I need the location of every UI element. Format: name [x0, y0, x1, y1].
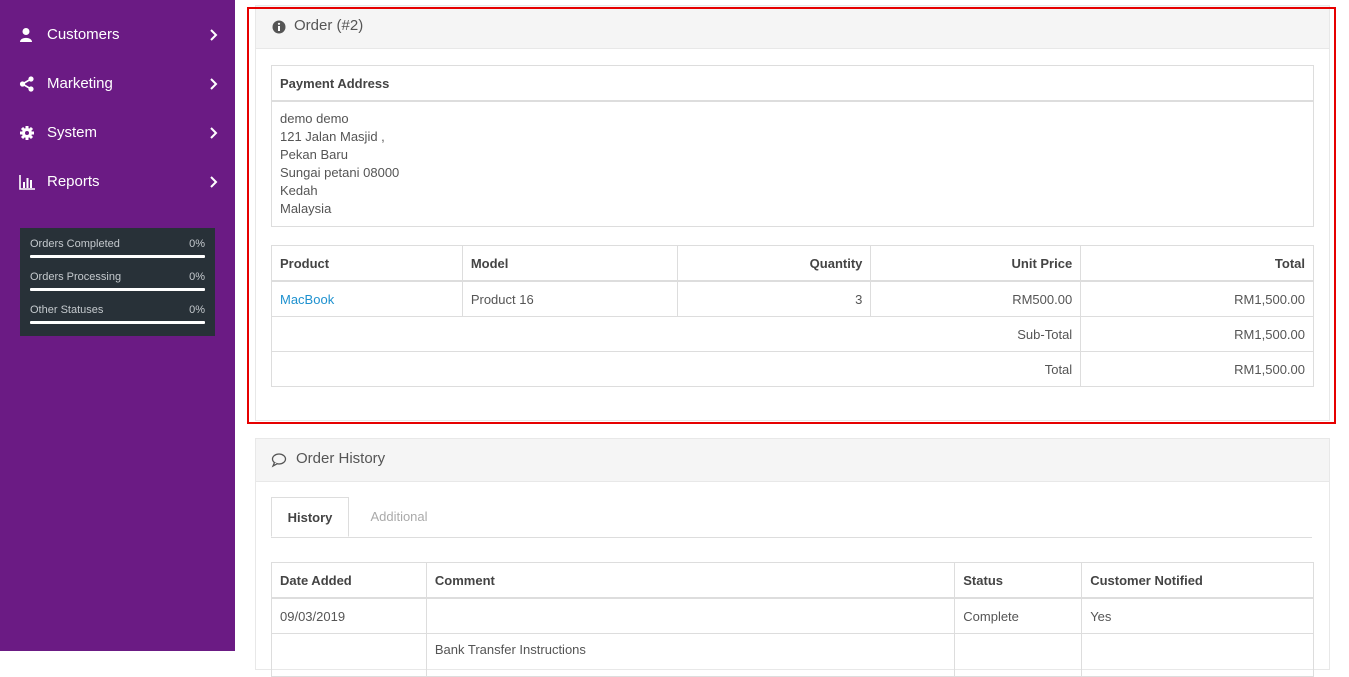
status-cell — [954, 633, 1083, 677]
progress-bar — [30, 255, 205, 258]
sidebar-item-label: Customers — [47, 26, 120, 43]
payment-address-heading: Payment Address — [280, 76, 390, 91]
total-value: RM1,500.00 — [1080, 351, 1314, 387]
table-row: 09/03/2019 Complete Yes — [271, 597, 1314, 634]
comment-cell — [425, 597, 956, 634]
column-header: Product — [271, 245, 463, 282]
table-header-row: Date Added Comment Status Customer Notif… — [271, 562, 1314, 599]
order-status-stats: Orders Completed 0% Orders Processing 0%… — [20, 228, 215, 336]
stat-label: Orders Completed — [30, 238, 120, 250]
sidebar-item-reports[interactable]: Reports — [0, 162, 235, 202]
sidebar-item-label: System — [47, 124, 98, 141]
payment-address-header: Payment Address — [272, 66, 1313, 102]
order-panel: Order (#2) Payment Address demo demo 121… — [255, 5, 1330, 421]
subtotal-label: Sub-Total — [270, 316, 1082, 352]
chevron-right-icon — [210, 127, 218, 139]
date-cell — [271, 633, 427, 677]
chevron-right-icon — [210, 176, 218, 188]
chevron-right-icon — [210, 78, 218, 90]
share-icon — [19, 76, 34, 92]
table-row: MacBook Product 16 3 RM500.00 RM1,500.00 — [271, 280, 1314, 317]
order-panel-header: Order (#2) — [256, 6, 1329, 49]
address-line: 121 Jalan Masjid , — [280, 129, 385, 144]
payment-address-body: demo demo 121 Jalan Masjid , Pekan Baru … — [272, 102, 1313, 226]
comment-icon — [271, 453, 287, 468]
address-line: demo demo — [280, 111, 349, 126]
tab-label: Additional — [370, 509, 428, 524]
total-label: Total — [270, 351, 1082, 387]
sidebar-item-label: Reports — [47, 173, 100, 190]
total-row: Total RM1,500.00 — [270, 351, 1314, 387]
order-history-panel: Order History History Additional Date Ad… — [255, 438, 1330, 677]
progress-bar — [30, 321, 205, 324]
column-header: Model — [461, 245, 678, 282]
quantity-cell: 3 — [676, 280, 872, 317]
total-cell: RM1,500.00 — [1080, 280, 1314, 317]
tab-label: History — [287, 510, 333, 525]
order-history-table: Date Added Comment Status Customer Notif… — [271, 562, 1314, 677]
table-header-row: Product Model Quantity Unit Price Total — [271, 245, 1314, 282]
payment-address-box: Payment Address demo demo 121 Jalan Masj… — [271, 65, 1314, 227]
subtotal-row: Sub-Total RM1,500.00 — [270, 316, 1314, 352]
gear-icon — [20, 126, 34, 140]
unit-price-cell: RM500.00 — [870, 280, 1082, 317]
stat-other-statuses: Other Statuses 0% — [30, 294, 205, 327]
model-cell: Product 16 — [461, 280, 678, 317]
sidebar-item-customers[interactable]: Customers — [0, 15, 235, 55]
bar-chart-icon — [19, 175, 35, 190]
column-header: Total — [1080, 245, 1314, 282]
stat-label: Orders Processing — [30, 271, 122, 283]
status-cell: Complete — [954, 597, 1083, 634]
order-history-title: Order History — [296, 450, 386, 467]
column-header: Unit Price — [870, 245, 1082, 282]
date-cell: 09/03/2019 — [271, 597, 427, 634]
order-panel-title: Order (#2) — [294, 17, 364, 34]
notified-cell — [1081, 633, 1314, 677]
user-icon — [20, 28, 32, 42]
stat-orders-completed: Orders Completed 0% — [30, 228, 205, 261]
progress-bar — [30, 288, 205, 291]
column-header: Quantity — [676, 245, 872, 282]
sidebar-item-marketing[interactable]: Marketing — [0, 64, 235, 104]
column-header: Customer Notified — [1081, 562, 1314, 599]
order-products-table: Product Model Quantity Unit Price Total … — [270, 245, 1314, 387]
subtotal-value: RM1,500.00 — [1080, 316, 1314, 352]
sidebar: Customers Marketing System Reports Order… — [0, 0, 235, 651]
table-row: Bank Transfer Instructions — [271, 633, 1314, 677]
sidebar-item-system[interactable]: System — [0, 113, 235, 153]
sidebar-item-label: Marketing — [47, 75, 113, 92]
stat-value: 0% — [189, 238, 205, 250]
stat-value: 0% — [189, 271, 205, 283]
address-line: Malaysia — [280, 201, 332, 216]
address-line: Pekan Baru — [280, 147, 348, 162]
address-line: Kedah — [280, 183, 318, 198]
notified-cell: Yes — [1081, 597, 1314, 634]
info-circle-icon — [272, 20, 286, 34]
stat-label: Other Statuses — [30, 304, 104, 316]
column-header: Status — [954, 562, 1083, 599]
column-header: Comment — [425, 562, 956, 599]
stat-orders-processing: Orders Processing 0% — [30, 261, 205, 294]
comment-cell: Bank Transfer Instructions — [425, 633, 956, 677]
chevron-right-icon — [210, 29, 218, 41]
history-tabs: History Additional — [271, 497, 1312, 538]
product-cell: MacBook — [271, 280, 463, 317]
order-history-header: Order History — [256, 439, 1329, 482]
stat-value: 0% — [189, 304, 205, 316]
address-line: Sungai petani 08000 — [280, 165, 400, 180]
tab-additional[interactable]: Additional — [351, 497, 447, 537]
tab-history[interactable]: History — [271, 497, 349, 537]
product-link[interactable]: MacBook — [280, 292, 334, 307]
column-header: Date Added — [271, 562, 427, 599]
